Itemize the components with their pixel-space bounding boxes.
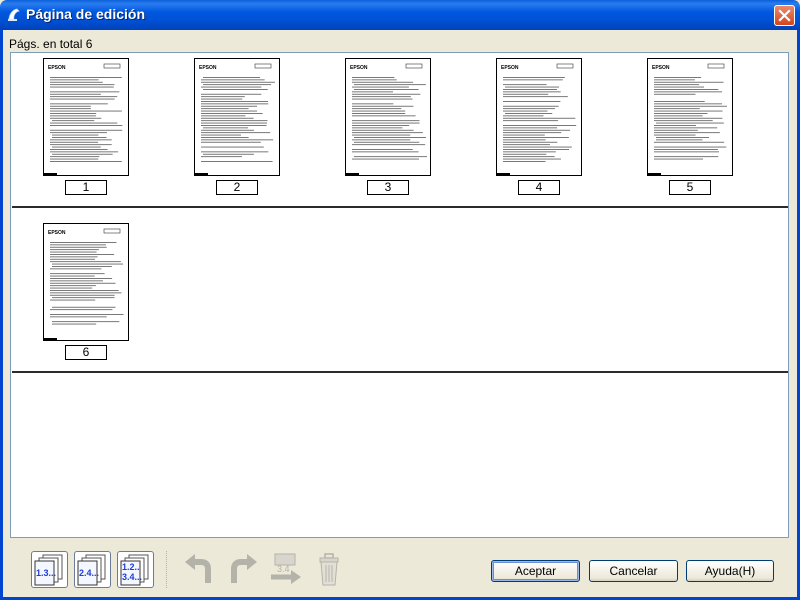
ok-button[interactable]: Aceptar [491,560,580,582]
page-count-label: Págs. en total 6 [9,37,93,51]
svg-text:EPSON: EPSON [48,230,66,236]
page-preview-image: EPSON [501,63,577,162]
page-number: 3 [367,180,409,195]
select-even-pages-button[interactable]: 2.4... [74,551,111,588]
app-icon [8,8,20,21]
svg-text:EPSON: EPSON [501,65,519,71]
svg-text:1.3...: 1.3... [36,568,56,578]
select-all-pages-icon: 1.2.. 3.4... [120,554,149,586]
rotate-left-icon [185,554,211,583]
reorder-pages-button[interactable]: 3.4 [267,551,304,588]
reorder-pages-icon: 3.4 [271,553,301,584]
svg-text:3.4: 3.4 [277,564,290,574]
svg-text:2.4...: 2.4... [79,568,99,578]
close-button[interactable] [774,5,795,26]
page-thumbnail[interactable]: EPSON [345,58,431,176]
window-title: Página de edición [26,6,146,22]
page-preview-image: EPSON [199,63,275,162]
page-thumbnail[interactable]: EPSON [43,58,129,176]
svg-text:EPSON: EPSON [652,65,670,71]
title-bar[interactable]: Página de edición [0,0,800,30]
page-preview-image: EPSON [48,63,123,162]
svg-text:1.2..: 1.2.. [122,562,140,572]
pages-panel[interactable]: EPSON 1 EPSON 2 EPSON 3 EPSON 4 EPSON 5 … [10,52,789,538]
select-odd-pages-icon: 1.3... [34,554,63,586]
svg-text:EPSON: EPSON [199,65,217,71]
page-number: 2 [216,180,258,195]
page-preview-image: EPSON [48,228,124,325]
page-preview-image: EPSON [652,63,727,160]
svg-text:EPSON: EPSON [350,65,368,71]
page-number: 5 [669,180,711,195]
page-preview-image: EPSON [350,63,428,160]
select-odd-pages-button[interactable]: 1.3... [31,551,68,588]
svg-text:EPSON: EPSON [48,65,66,71]
row-divider [12,371,788,373]
page-thumbnail[interactable]: EPSON [496,58,582,176]
svg-text:3.4...: 3.4... [122,572,142,582]
row-divider [12,206,788,208]
page-thumbnail[interactable]: EPSON [647,58,733,176]
rotate-right-icon [231,554,257,583]
delete-page-button[interactable] [311,551,348,588]
rotate-left-button[interactable] [181,551,218,588]
close-icon [778,9,791,22]
toolbar-separator [166,551,168,588]
page-number: 6 [65,345,107,360]
page-number: 1 [65,180,107,195]
page-thumbnail[interactable]: EPSON [194,58,280,176]
select-all-pages-button[interactable]: 1.2.. 3.4... [117,551,154,588]
cancel-button[interactable]: Cancelar [589,560,678,582]
delete-page-icon [319,553,339,586]
select-even-pages-icon: 2.4... [77,554,106,586]
page-thumbnail[interactable]: EPSON [43,223,129,341]
rotate-right-button[interactable] [224,551,261,588]
page-number: 4 [518,180,560,195]
help-button[interactable]: Ayuda(H) [686,560,774,582]
